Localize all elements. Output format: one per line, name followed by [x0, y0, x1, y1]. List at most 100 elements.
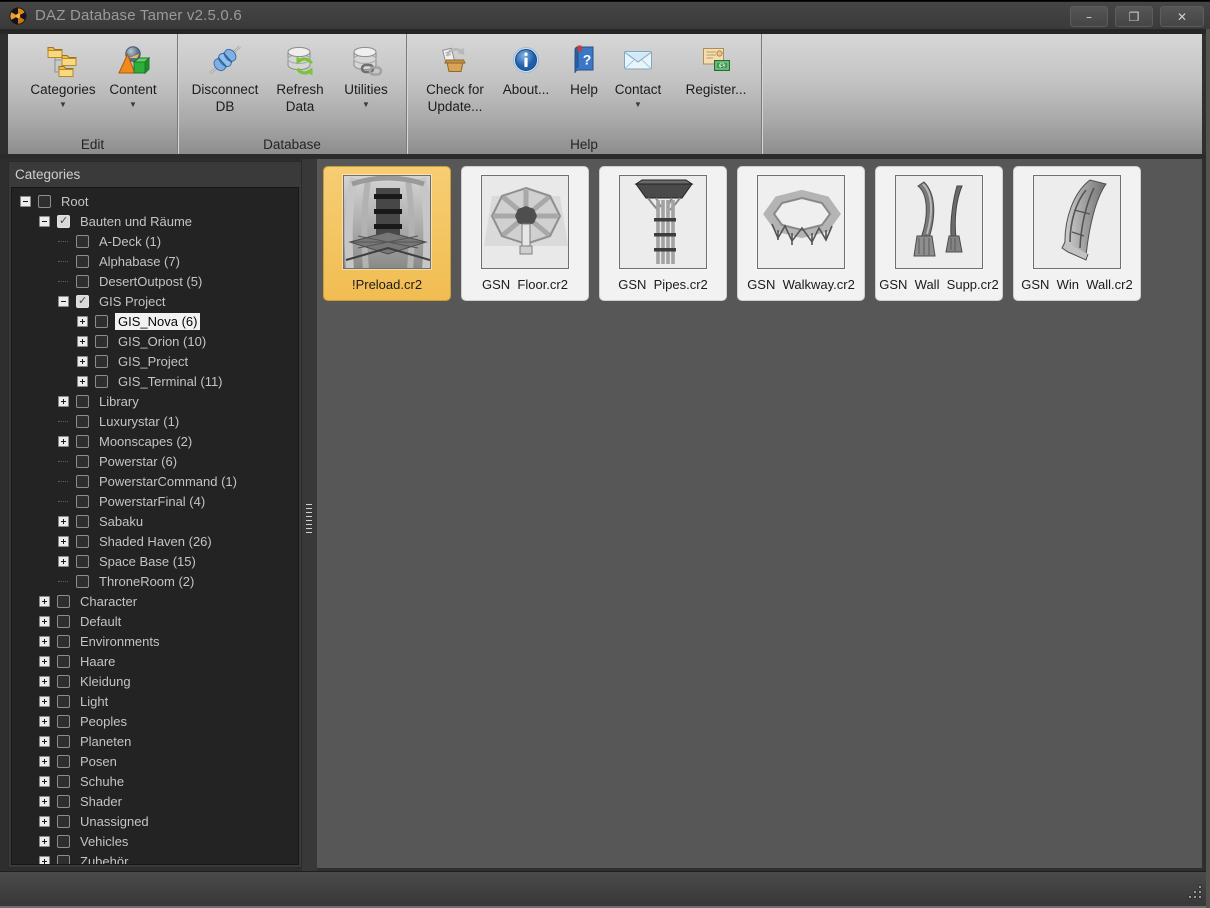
tree-checkbox[interactable] [57, 774, 70, 788]
tree-item-label[interactable]: PowerstarFinal (4) [96, 493, 208, 510]
tree-item-label[interactable]: GIS_Nova (6) [115, 312, 201, 330]
tree-checkbox[interactable] [76, 414, 89, 428]
collapse-icon[interactable] [20, 195, 31, 207]
tree-item[interactable]: Bauten und Räume [12, 211, 298, 231]
tree-item-label[interactable]: Space Base (15) [96, 553, 199, 570]
tree-item[interactable]: Alphabase (7) [12, 251, 298, 271]
expand-icon[interactable] [77, 335, 88, 347]
tree-item-label[interactable]: Posen [77, 753, 120, 770]
tree-item[interactable]: GIS_Orion (10) [12, 331, 298, 351]
tree-item[interactable]: Default [12, 611, 298, 631]
tree-item-label[interactable]: Shader [77, 793, 125, 810]
panel-splitter[interactable] [302, 159, 317, 872]
tree-checkbox[interactable] [76, 474, 89, 488]
about-button[interactable]: About... [497, 34, 555, 98]
tree-item-label[interactable]: Library [96, 393, 142, 410]
refresh-data-button[interactable]: Refresh Data [264, 34, 336, 115]
tree-item-label[interactable]: Kleidung [77, 673, 134, 690]
tree-checkbox[interactable] [57, 694, 70, 708]
close-button[interactable]: ✕ [1160, 6, 1204, 27]
tree-item-label[interactable]: Schuhe [77, 773, 127, 790]
content-button[interactable]: Content ▼ [104, 34, 162, 109]
expand-icon[interactable] [77, 375, 88, 387]
tree-checkbox[interactable] [76, 394, 89, 408]
tree-checkbox[interactable] [57, 714, 70, 728]
help-button[interactable]: ? Help [561, 34, 607, 98]
tree-checkbox[interactable] [57, 734, 70, 748]
tree-item[interactable]: PowerstarFinal (4) [12, 491, 298, 511]
expand-icon[interactable] [39, 635, 50, 647]
expand-icon[interactable] [58, 515, 69, 527]
tree-item[interactable]: Luxurystar (1) [12, 411, 298, 431]
tree-checkbox[interactable] [76, 234, 89, 248]
expand-icon[interactable] [39, 755, 50, 767]
file-card[interactable]: !Preload.cr2 [323, 166, 451, 301]
tree-checkbox[interactable] [95, 334, 108, 348]
expand-icon[interactable] [58, 535, 69, 547]
expand-icon[interactable] [39, 675, 50, 687]
file-card[interactable]: GSN Pipes.cr2 [599, 166, 727, 301]
resize-grip-icon[interactable] [1189, 886, 1203, 900]
tree-item-label[interactable]: Unassigned [77, 813, 152, 830]
tree-item-label[interactable]: Haare [77, 653, 118, 670]
tree-item-label[interactable]: Default [77, 613, 124, 630]
expand-icon[interactable] [39, 795, 50, 807]
tree-item[interactable]: Posen [12, 751, 298, 771]
tree-item[interactable]: Schuhe [12, 771, 298, 791]
tree-item[interactable]: Character [12, 591, 298, 611]
tree-checkbox[interactable] [76, 514, 89, 528]
tree-item-label[interactable]: GIS_Orion (10) [115, 333, 209, 350]
tree-item[interactable]: Moonscapes (2) [12, 431, 298, 451]
tree-item[interactable]: ThroneRoom (2) [12, 571, 298, 591]
expand-icon[interactable] [39, 835, 50, 847]
tree-checkbox[interactable] [57, 814, 70, 828]
tree-checkbox[interactable] [57, 614, 70, 628]
tree-item[interactable]: Root [12, 191, 298, 211]
expand-icon[interactable] [58, 395, 69, 407]
register-button[interactable]: $ Register... [681, 34, 751, 98]
tree-item-label[interactable]: ThroneRoom (2) [96, 573, 197, 590]
file-card[interactable]: GSN Wall Supp.cr2 [875, 166, 1003, 301]
check-for-update-button[interactable]: Check for Update... [413, 34, 497, 115]
tree-checkbox[interactable] [76, 434, 89, 448]
disconnect-db-button[interactable]: Disconnect DB [186, 34, 264, 115]
expand-icon[interactable] [39, 615, 50, 627]
tree-checkbox[interactable] [57, 634, 70, 648]
tree-checkbox[interactable] [95, 354, 108, 368]
tree-item[interactable]: Library [12, 391, 298, 411]
tree-item[interactable]: Zubehör [12, 851, 298, 865]
tree-item[interactable]: Space Base (15) [12, 551, 298, 571]
tree-checkbox[interactable] [76, 254, 89, 268]
tree-checkbox[interactable] [76, 294, 89, 308]
tree-checkbox[interactable] [38, 194, 51, 208]
tree-item-label[interactable]: Root [58, 193, 91, 210]
expand-icon[interactable] [39, 595, 50, 607]
tree-item-label[interactable]: Environments [77, 633, 162, 650]
tree-checkbox[interactable] [57, 654, 70, 668]
tree-item[interactable]: GIS_Nova (6) [12, 311, 298, 331]
tree-item-label[interactable]: Light [77, 693, 111, 710]
tree-item[interactable]: Planeten [12, 731, 298, 751]
tree-item-label[interactable]: Zubehör [77, 853, 131, 865]
utilities-button[interactable]: Utilities ▼ [336, 34, 396, 109]
tree-item[interactable]: Unassigned [12, 811, 298, 831]
tree-item-label[interactable]: Alphabase (7) [96, 253, 183, 270]
tree-checkbox[interactable] [57, 214, 70, 228]
tree-item[interactable]: Peoples [12, 711, 298, 731]
minimize-button[interactable]: – [1070, 6, 1108, 27]
contact-button[interactable]: Contact ▼ [607, 34, 669, 109]
expand-icon[interactable] [77, 355, 88, 367]
tree-item-label[interactable]: DesertOutpost (5) [96, 273, 205, 290]
file-card[interactable]: GSN Floor.cr2 [461, 166, 589, 301]
expand-icon[interactable] [58, 555, 69, 567]
tree-checkbox[interactable] [95, 314, 108, 328]
tree-checkbox[interactable] [57, 854, 70, 864]
tree-checkbox[interactable] [76, 274, 89, 288]
tree-item[interactable]: Shaded Haven (26) [12, 531, 298, 551]
tree-item[interactable]: DesertOutpost (5) [12, 271, 298, 291]
tree-checkbox[interactable] [57, 754, 70, 768]
tree-checkbox[interactable] [76, 554, 89, 568]
tree-checkbox[interactable] [95, 374, 108, 388]
expand-icon[interactable] [39, 815, 50, 827]
expand-icon[interactable] [77, 315, 88, 327]
